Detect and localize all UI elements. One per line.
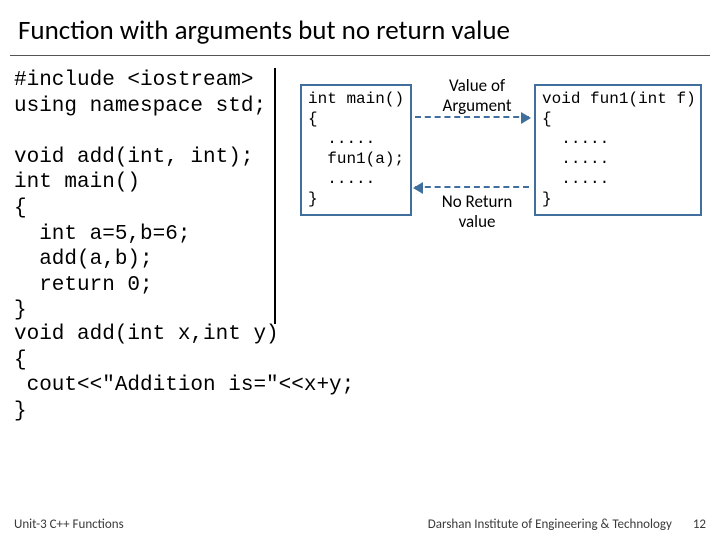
content-row: #include <iostream> using namespace std;… bbox=[0, 68, 720, 324]
title-divider bbox=[10, 55, 710, 56]
diagram-box-main: int main() { ..... fun1(a); ..... } bbox=[300, 84, 412, 216]
arrow-no-return-icon bbox=[415, 186, 529, 188]
footer-institute-text: Darshan Institute of Engineering & Techn… bbox=[428, 517, 672, 532]
code-block-top: #include <iostream> using namespace std;… bbox=[14, 68, 276, 324]
slide-title: Function with arguments but no return va… bbox=[0, 0, 720, 55]
label-argument: Value of Argument bbox=[428, 76, 526, 115]
arrow-argument-icon bbox=[415, 116, 529, 118]
footer: Unit-3 C++ Functions Darshan Institute o… bbox=[0, 517, 720, 532]
diagram-box-fun1: void fun1(int f) { ..... ..... ..... } bbox=[534, 84, 702, 216]
code-block-bottom: void add(int x,int y) { cout<<"Addition … bbox=[0, 322, 720, 424]
page-number: 12 bbox=[693, 517, 706, 532]
footer-unit: Unit-3 C++ Functions bbox=[14, 517, 124, 532]
footer-institute: Darshan Institute of Engineering & Techn… bbox=[428, 517, 706, 532]
diagram-pane: int main() { ..... fun1(a); ..... } void… bbox=[276, 68, 706, 324]
label-no-return: No Return value bbox=[428, 192, 526, 231]
